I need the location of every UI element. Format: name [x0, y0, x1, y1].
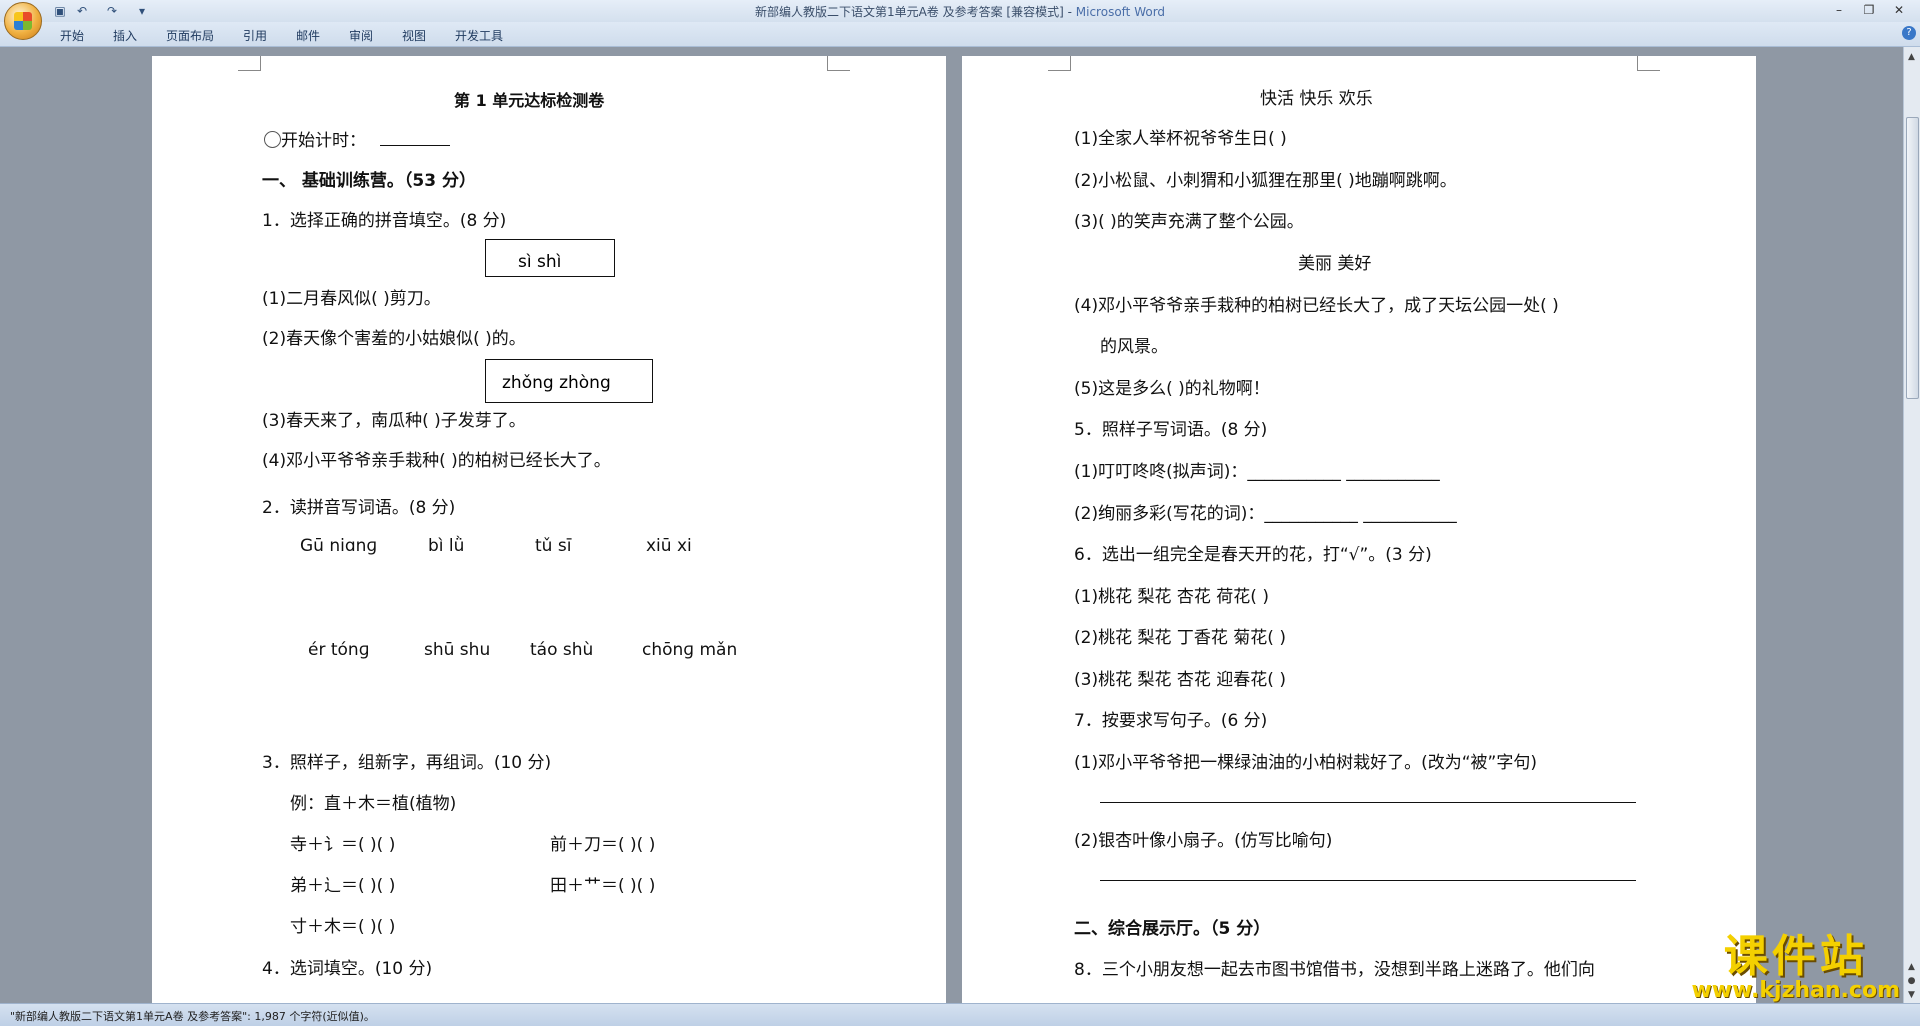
crop-mark [1637, 56, 1660, 71]
prev-page-icon[interactable]: ▲ [1906, 961, 1917, 973]
tab-mailings[interactable]: 邮件 [296, 27, 320, 44]
q7-item-1: (1)邓小平爷爷把一棵绿油油的小柏树栽好了。(改为“被”字句) [1074, 753, 1537, 773]
document-area: 第 1 单元达标检测卷 开始计时： 一、 基础训练营。（53 分） 1．选择正确… [0, 47, 1904, 1003]
select-browse-icon[interactable]: ● [1906, 975, 1917, 987]
watermark-logo: 课件站 [1723, 931, 1868, 982]
question-4: 4．选词填空。(10 分) [262, 959, 433, 979]
q3-item: 前＋刀＝( )( ) [550, 835, 656, 855]
q3-item: 田＋艹＝( )( ) [550, 876, 656, 896]
r-item-3: (3)( )的笑声充满了整个公园。 [1074, 212, 1304, 232]
q1-item-3: (3)春天来了，南瓜种( )子发芽了。 [262, 411, 526, 431]
q3-item: 弟＋⻌＝( )( ) [290, 876, 396, 896]
vertical-scrollbar[interactable]: ▲ ▲ ● ▼ [1903, 47, 1920, 1003]
page-right[interactable]: 快活 快乐 欢乐 (1)全家人举杯祝爷爷生日( ) (2)小松鼠、小刺猬和小狐狸… [962, 56, 1756, 1003]
q3-example: 例：直＋木＝植(植物) [290, 794, 457, 814]
q7-item-2: (2)银杏叶像小扇子。(仿写比喻句) [1074, 831, 1333, 851]
start-time-blank [380, 144, 450, 146]
q6-item-1: (1)桃花 梨花 杏花 荷花( ) [1074, 587, 1269, 607]
tab-home[interactable]: 开始 [60, 27, 84, 44]
section-1-heading: 一、 基础训练营。（53 分） [262, 171, 476, 191]
word-choices-2: 美丽 美好 [1298, 254, 1372, 274]
pinyin-item: Gū niɑnɡ [300, 536, 378, 556]
q6-item-3: (3)桃花 梨花 杏花 迎春花( ) [1074, 670, 1286, 690]
tab-developer[interactable]: 开发工具 [455, 27, 503, 44]
word-choices-1: 快活 快乐 欢乐 [1260, 89, 1373, 109]
crop-mark [827, 56, 850, 71]
pinyin-item: chōnɡ mǎn [642, 640, 738, 660]
question-6: 6．选出一组完全是春天开的花，打“√”。(3 分) [1074, 545, 1432, 565]
tab-references[interactable]: 引用 [243, 27, 267, 44]
office-button[interactable] [4, 2, 42, 40]
start-time-label: 开始计时： [264, 126, 366, 151]
status-text: "新部编人教版二下语文第1单元A卷 及参考答案": 1,987 个字符(近似值)… [10, 1010, 375, 1023]
crop-mark [238, 56, 261, 71]
pinyin-choice-box-2: zhǒng zhòng [485, 359, 653, 403]
window-title: 新部编人教版二下语文第1单元A卷 及参考答案 [兼容模式] - Microsof… [754, 5, 1166, 19]
watermark: 课件站 www.kjzhan.com [1691, 920, 1900, 1003]
help-icon[interactable]: ? [1902, 26, 1916, 40]
exam-title: 第 1 单元达标检测卷 [454, 91, 605, 110]
pinyin-item: tǔ sī [535, 536, 572, 556]
question-8: 8．三个小朋友想一起去市图书馆借书，没想到半路上迷路了。他们向 [1074, 960, 1595, 980]
watermark-url: www.kjzhan.com [1691, 978, 1900, 1003]
tab-insert[interactable]: 插入 [113, 27, 137, 44]
q3-item: 寺＋讠＝( )( ) [290, 835, 396, 855]
r-item-4-cont: 的风景。 [1100, 337, 1168, 357]
tab-review[interactable]: 审阅 [349, 27, 373, 44]
office-logo-icon [14, 12, 32, 30]
r-item-5: (5)这是多么( )的礼物啊！ [1074, 379, 1270, 399]
pinyin-item: táo shù [530, 640, 594, 660]
q6-item-2: (2)桃花 梨花 丁香花 菊花( ) [1074, 628, 1286, 648]
minimize-icon[interactable]: – [1828, 2, 1850, 18]
restore-icon[interactable]: ❐ [1858, 2, 1880, 18]
next-page-icon[interactable]: ▼ [1906, 989, 1917, 1001]
pinyin-choice-box-1: sì shì [485, 239, 615, 277]
q5-item-2: (2)绚丽多彩(写花的词)：___________ ___________ [1074, 504, 1457, 524]
question-3: 3．照样子，组新字，再组词。(10 分) [262, 753, 552, 773]
question-7: 7．按要求写句子。(6 分) [1074, 711, 1268, 731]
question-5: 5．照样子写词语。(8 分) [1074, 420, 1268, 440]
q1-item-1: (1)二月春风似( )剪刀。 [262, 289, 441, 309]
page-left[interactable]: 第 1 单元达标检测卷 开始计时： 一、 基础训练营。（53 分） 1．选择正确… [152, 56, 946, 1003]
answer-line [1100, 879, 1636, 881]
tab-page-layout[interactable]: 页面布局 [166, 27, 214, 44]
question-1: 1．选择正确的拼音填空。(8 分) [262, 211, 507, 231]
pinyin-item: bì lǜ [428, 536, 465, 556]
section-2-heading: 二、综合展示厅。（5 分） [1074, 919, 1271, 939]
q1-item-4: (4)邓小平爷爷亲手栽种( )的柏树已经长大了。 [262, 451, 611, 471]
r-item-2: (2)小松鼠、小刺猬和小狐狸在那里( )地蹦啊跳啊。 [1074, 171, 1457, 191]
r-item-1: (1)全家人举杯祝爷爷生日( ) [1074, 129, 1287, 149]
pinyin-item: shū shu [424, 640, 491, 660]
crop-mark [1048, 56, 1071, 71]
scroll-up-icon[interactable]: ▲ [1906, 51, 1917, 63]
status-bar: "新部编人教版二下语文第1单元A卷 及参考答案": 1,987 个字符(近似值)… [0, 1003, 1920, 1026]
answer-line [1100, 801, 1636, 803]
pinyin-item: xiū xi [646, 536, 692, 556]
tab-view[interactable]: 视图 [402, 27, 426, 44]
title-bar: ▣ ↶ ↷ ▾ 新部编人教版二下语文第1单元A卷 及参考答案 [兼容模式] - … [0, 0, 1920, 40]
q3-item: 寸＋木＝( )( ) [290, 917, 396, 937]
q1-item-2: (2)春天像个害羞的小姑娘似( )的。 [262, 329, 526, 349]
scrollbar-thumb[interactable] [1906, 117, 1919, 399]
r-item-4: (4)邓小平爷爷亲手栽种的柏树已经长大了，成了天坛公园一处( ) [1074, 296, 1559, 316]
question-2: 2．读拼音写词语。(8 分) [262, 498, 456, 518]
q5-item-1: (1)叮叮咚咚(拟声词)：___________ ___________ [1074, 462, 1440, 482]
ribbon-tabs: 开始 插入 页面布局 引用 邮件 审阅 视图 开发工具 ? [0, 22, 1920, 47]
pinyin-item: ér tónɡ [308, 640, 370, 660]
close-icon[interactable]: ✕ [1888, 2, 1910, 18]
clock-icon [264, 131, 281, 148]
